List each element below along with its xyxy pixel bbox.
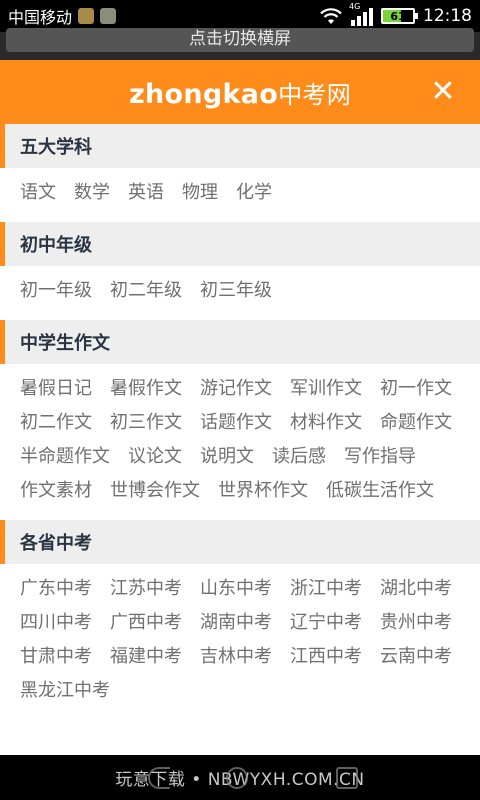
home-button[interactable] xyxy=(226,767,248,789)
notification-app-icon xyxy=(78,8,95,24)
wifi-icon xyxy=(320,8,342,24)
category-link[interactable]: 初一年级 xyxy=(20,278,92,304)
category-link[interactable]: 英语 xyxy=(128,180,164,206)
close-icon[interactable]: ✕ xyxy=(428,77,458,107)
section-title: 五大学科 xyxy=(0,124,480,168)
category-link[interactable]: 说明文 xyxy=(200,444,254,470)
battery-level: 61 xyxy=(390,9,406,23)
category-link[interactable]: 游记作文 xyxy=(200,376,272,402)
category-link[interactable]: 江苏中考 xyxy=(110,576,182,602)
category-link[interactable]: 初二作文 xyxy=(20,410,92,436)
category-link[interactable]: 山东中考 xyxy=(200,576,272,602)
battery-icon: 61 xyxy=(381,8,418,24)
category-link[interactable]: 材料作文 xyxy=(290,410,362,436)
category-link[interactable]: 湖北中考 xyxy=(380,576,452,602)
category-link[interactable]: 军训作文 xyxy=(290,376,362,402)
category-link[interactable]: 读后感 xyxy=(272,444,326,470)
section-links: 暑假日记 暑假作文 游记作文 军训作文 初一作文初二作文 初三作文 话题作文 材料作文 命题作文… xyxy=(0,364,480,520)
category-link[interactable]: 命题作文 xyxy=(380,410,452,436)
category-link[interactable]: 广东中考 xyxy=(20,576,92,602)
logo-text-en: zhongkao xyxy=(128,78,279,110)
category-link[interactable]: 世博会作文 xyxy=(110,478,200,504)
section-title: 中学生作文 xyxy=(0,320,480,364)
section-links: 语文 数学 英语 物理 化学 xyxy=(0,168,480,222)
category-link[interactable]: 黑龙江中考 xyxy=(20,678,110,704)
category-link[interactable]: 吉林中考 xyxy=(200,644,272,670)
network-type: 4G xyxy=(349,2,361,11)
carrier-name: 中国移动 xyxy=(8,8,73,27)
section-links: 广东中考 江苏中考 山东中考 浙江中考 湖北中考四川中考 广西中考 湖南中考 辽宁中考 贵州中考… xyxy=(0,564,480,720)
recent-apps-button[interactable] xyxy=(336,767,358,789)
category-link[interactable]: 语文 xyxy=(20,180,56,206)
category-link[interactable]: 甘肃中考 xyxy=(20,644,92,670)
category-link[interactable]: 浙江中考 xyxy=(290,576,362,602)
category-link[interactable]: 数学 xyxy=(74,180,110,206)
clock: 12:18 xyxy=(423,6,472,26)
category-link[interactable]: 世界杯作文 xyxy=(218,478,308,504)
category-link[interactable]: 广西中考 xyxy=(110,610,182,636)
category-link[interactable]: 福建中考 xyxy=(110,644,182,670)
system-nav-bar: 玩意下载 • NBWYXH.COM.CN xyxy=(0,755,480,800)
category-link[interactable]: 初三年级 xyxy=(200,278,272,304)
rotate-screen-text[interactable]: 点击切换横屏 xyxy=(6,28,474,52)
rotate-screen-banner[interactable]: 点击切换横屏 xyxy=(0,28,480,62)
category-link[interactable]: 话题作文 xyxy=(200,410,272,436)
category-link[interactable]: 湖南中考 xyxy=(200,610,272,636)
category-link[interactable]: 初一作文 xyxy=(380,376,452,402)
category-link[interactable]: 暑假作文 xyxy=(110,376,182,402)
category-link[interactable]: 贵州中考 xyxy=(380,610,452,636)
category-link[interactable]: 江西中考 xyxy=(290,644,362,670)
notification-image-icon xyxy=(100,8,117,24)
category-link[interactable]: 议论文 xyxy=(128,444,182,470)
category-link[interactable]: 四川中考 xyxy=(20,610,92,636)
site-logo[interactable]: zhongkao中考网 xyxy=(129,75,351,110)
category-link[interactable]: 暑假日记 xyxy=(20,376,92,402)
category-link[interactable]: 初三作文 xyxy=(110,410,182,436)
category-link[interactable]: 辽宁中考 xyxy=(290,610,362,636)
category-link[interactable]: 云南中考 xyxy=(380,644,452,670)
category-link[interactable]: 作文素材 xyxy=(20,478,92,504)
menu-content: 五大学科 语文 数学 英语 物理 化学 初中年级 初一年级 初二年级 初三年级 中学生作文 暑假日记暑… xyxy=(0,124,480,755)
logo-text-cn: 中考网 xyxy=(278,80,352,109)
category-link[interactable]: 初二年级 xyxy=(110,278,182,304)
signal-strength-icon: 4G xyxy=(349,2,373,26)
category-link[interactable]: 化学 xyxy=(236,180,272,206)
section-title: 各省中考 xyxy=(0,520,480,564)
app-header: zhongkao中考网 ✕ xyxy=(0,60,480,124)
back-button[interactable] xyxy=(148,767,170,789)
category-link[interactable]: 写作指导 xyxy=(344,444,416,470)
section-links: 初一年级 初二年级 初三年级 xyxy=(0,266,480,320)
section-title: 初中年级 xyxy=(0,222,480,266)
category-link[interactable]: 低碳生活作文 xyxy=(326,478,434,504)
category-link[interactable]: 物理 xyxy=(182,180,218,206)
category-link[interactable]: 半命题作文 xyxy=(20,444,110,470)
